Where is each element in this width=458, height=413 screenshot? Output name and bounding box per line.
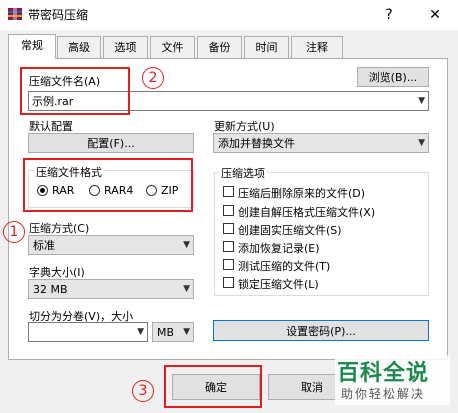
tab-general[interactable]: 常规 (8, 34, 56, 59)
compression-method-label: 压缩方式(C) (29, 222, 90, 235)
dictionary-size-value: 32 MB (33, 282, 68, 296)
archive-name-value: 示例.rar (32, 95, 74, 108)
archive-format-title: 压缩文件格式 (34, 164, 104, 180)
step-2-marker: 2 (142, 67, 164, 89)
tab-options[interactable]: 选项 (103, 36, 148, 58)
chevron-down-icon[interactable]: ▼ (418, 96, 425, 106)
compression-method-value: 标准 (33, 239, 55, 252)
dictionary-size-label: 字典大小(I) (29, 266, 85, 279)
watermark-title: 百科全说 (337, 361, 430, 386)
chevron-down-icon: ▼ (183, 284, 190, 294)
profiles-label: 默认配置 (29, 120, 73, 133)
lock-archive-checkbox[interactable] (223, 277, 234, 288)
delete-after-label: 压缩后删除原来的文件(D) (238, 187, 366, 200)
archiving-options-title: 压缩选项 (219, 165, 267, 181)
test-archive-label: 测试压缩的文件(T) (238, 260, 331, 273)
format-rar4-label: RAR4 (104, 184, 134, 197)
update-mode-select[interactable]: 添加并替换文件 ▼ (213, 133, 429, 153)
step-1-marker: 1 (3, 221, 25, 243)
chevron-down-icon: ▼ (418, 138, 425, 148)
update-mode-value: 添加并替换文件 (218, 137, 295, 150)
recovery-record-checkbox[interactable] (223, 241, 234, 252)
delete-after-checkbox[interactable] (223, 186, 234, 197)
title-bar: 带密码压缩 ? ✕ (0, 0, 458, 30)
format-rar-radio[interactable] (37, 185, 48, 196)
create-solid-label: 创建固实压缩文件(S) (238, 224, 342, 237)
format-rar-label: RAR (52, 184, 75, 197)
split-unit-select[interactable]: MB ▼ (152, 322, 194, 342)
recovery-record-label: 添加恢复记录(E) (238, 242, 320, 255)
profiles-button[interactable]: 配置(F)... (28, 133, 194, 153)
split-volumes-input[interactable]: ▼ (28, 322, 148, 342)
chevron-down-icon[interactable]: ▼ (137, 327, 144, 337)
tab-comment[interactable]: 注释 (291, 36, 343, 58)
close-button[interactable]: ✕ (412, 0, 458, 30)
watermark-subtitle: 助你轻松解决 (341, 387, 426, 401)
tab-backup[interactable]: 备份 (197, 36, 242, 58)
format-rar4-radio[interactable] (89, 185, 100, 196)
create-solid-checkbox[interactable] (223, 223, 234, 234)
watermark: 百科全说 助你轻松解决 (335, 355, 450, 405)
create-sfx-checkbox[interactable] (223, 205, 234, 216)
archive-name-label: 压缩文件名(A) (29, 75, 101, 88)
chevron-down-icon: ▼ (183, 240, 190, 250)
browse-button[interactable]: 浏览(B)... (357, 67, 429, 87)
winrar-app-icon (7, 6, 23, 22)
window-title: 带密码压缩 (28, 8, 89, 22)
compression-method-select[interactable]: 标准 ▼ (28, 235, 194, 255)
ok-button[interactable]: 确定 (172, 374, 260, 400)
tab-files[interactable]: 文件 (150, 36, 195, 58)
archive-name-input[interactable]: 示例.rar ▼ (28, 91, 429, 111)
split-unit-value: MB (157, 325, 175, 339)
tab-time[interactable]: 时间 (244, 36, 289, 58)
test-archive-checkbox[interactable] (223, 259, 234, 270)
lock-archive-label: 锁定压缩文件(L) (238, 278, 319, 291)
create-sfx-label: 创建自解压格式压缩文件(X) (238, 206, 376, 219)
chevron-down-icon: ▼ (183, 327, 190, 337)
dictionary-size-select[interactable]: 32 MB ▼ (28, 279, 194, 299)
tab-advanced[interactable]: 高级 (57, 36, 101, 58)
help-button[interactable]: ? (366, 0, 412, 30)
step-3-marker: 3 (132, 380, 154, 402)
set-password-button[interactable]: 设置密码(P)... (213, 320, 429, 341)
format-zip-radio[interactable] (146, 185, 157, 196)
update-mode-label: 更新方式(U) (214, 120, 275, 133)
format-zip-label: ZIP (161, 184, 179, 197)
